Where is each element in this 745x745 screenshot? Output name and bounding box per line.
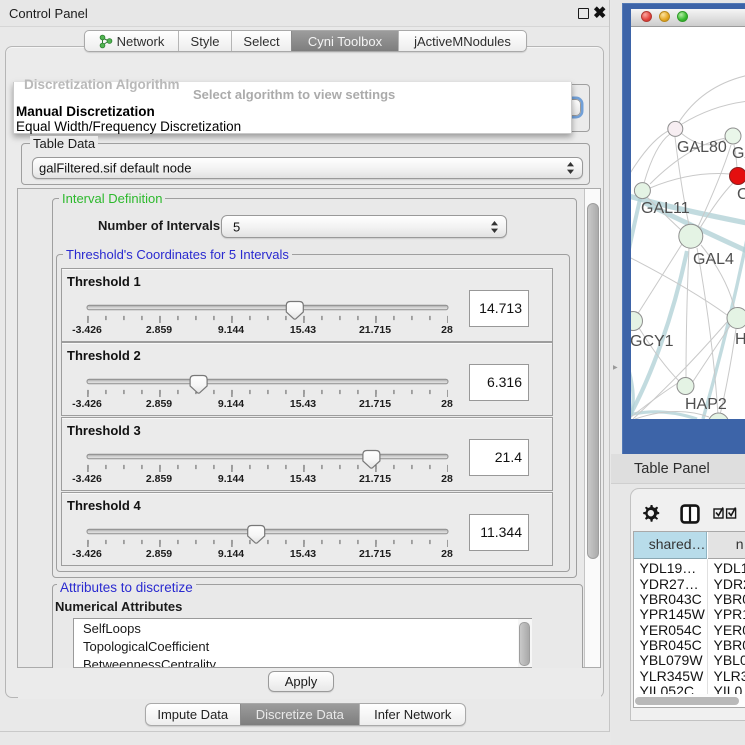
svg-text:H: H bbox=[735, 331, 745, 348]
svg-text:GAL80: GAL80 bbox=[677, 139, 727, 156]
svg-text:HAP2: HAP2 bbox=[685, 396, 727, 413]
svg-text:GAL4: GAL4 bbox=[693, 251, 734, 268]
svg-text:C: C bbox=[737, 186, 745, 203]
svg-text:GAL11: GAL11 bbox=[641, 200, 690, 217]
svg-text:GA: GA bbox=[732, 145, 745, 162]
svg-text:GCY1: GCY1 bbox=[631, 333, 674, 350]
